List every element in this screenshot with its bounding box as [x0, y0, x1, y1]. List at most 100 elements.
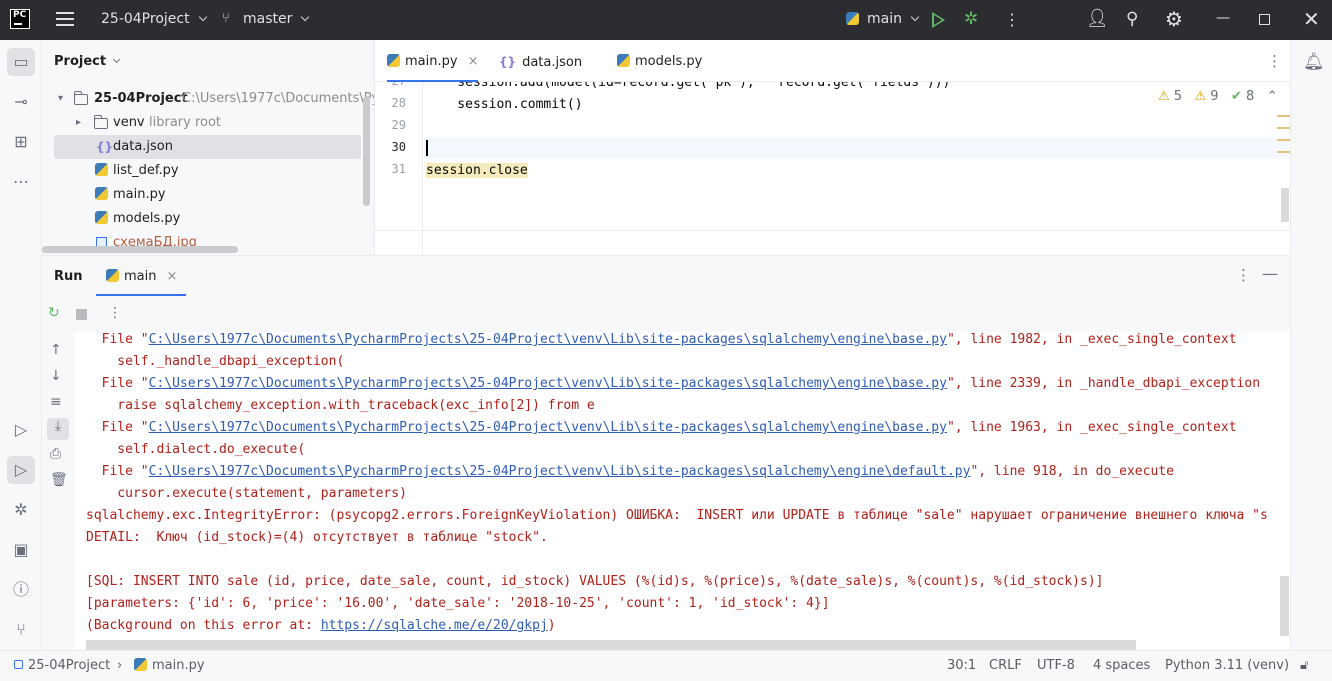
maximize-window-icon[interactable] [1259, 14, 1270, 25]
run-header: Run main × ⋮ — [42, 256, 1290, 296]
tree-root[interactable]: ▾ 25-04Project C:\Users\1977c\Documents\… [42, 87, 374, 111]
python-icon [846, 12, 864, 27]
file-link[interactable]: C:\Users\1977c\Documents\PycharmProjects… [149, 464, 971, 479]
pycharm-logo-icon[interactable]: PC [10, 9, 30, 29]
tab-label: main.py [405, 54, 458, 69]
console-line: cursor.execute(statement, parameters) [86, 486, 407, 501]
chevron-down-icon[interactable]: ▾ [58, 87, 63, 111]
console-line: DETAIL: Ключ (id_stock)=(4) отсутствует … [86, 530, 548, 545]
run-options-icon[interactable]: ⋮ [1236, 266, 1251, 284]
close-tab-icon[interactable]: × [468, 54, 479, 69]
tab-data-json[interactable]: {} data.json [499, 40, 582, 82]
error-doc-link[interactable]: https://sqlalche.me/e/20/gkpj [321, 618, 548, 633]
git-branch-icon: ⑂ [222, 11, 230, 26]
minimize-window-icon[interactable]: — [1216, 10, 1230, 26]
python-file-icon [95, 183, 113, 207]
chevron-right-icon[interactable]: ▸ [76, 111, 81, 135]
up-arrow-icon[interactable]: ↑ [50, 342, 62, 358]
console-horizontal-scrollbar[interactable] [86, 640, 1136, 650]
breadcrumb-project[interactable]: 25-04Project [14, 658, 110, 673]
run-config-selector[interactable]: main [867, 11, 920, 27]
project-pane-title[interactable]: Project [54, 54, 121, 69]
debug-tool-icon[interactable]: ✲ [7, 496, 35, 524]
tree-item-main[interactable]: main.py [42, 183, 374, 207]
tree-item-data-json[interactable]: {} data.json [54, 135, 361, 159]
project-tool-icon[interactable]: ▭ [7, 48, 35, 76]
run-tab-main[interactable]: main × [96, 256, 186, 296]
notifications-bell-icon[interactable]: 🔔︎ [1303, 52, 1325, 72]
file-link[interactable]: C:\Users\1977c\Documents\PycharmProjects… [149, 376, 947, 391]
run-tab-label: main [124, 269, 157, 284]
rerun-icon[interactable]: ↻ [48, 305, 60, 321]
project-vertical-scrollbar[interactable] [363, 96, 370, 206]
tree-item-note: library root [149, 115, 222, 130]
read-only-lock-icon[interactable]: 🔓︎ [1300, 658, 1308, 673]
close-window-icon[interactable]: ✕ [1303, 7, 1320, 31]
tab-label: data.json [522, 55, 583, 70]
tree-item-venv[interactable]: ▸ venv library root [42, 111, 374, 135]
print-icon[interactable]: ⎙ [50, 446, 61, 462]
project-horizontal-scrollbar[interactable] [42, 246, 238, 253]
structure-tool-icon[interactable]: ⊞ [7, 128, 35, 156]
soft-wrap-icon[interactable]: ≡ [50, 394, 62, 410]
console-line: self._handle_dbapi_exception( [86, 354, 345, 369]
commit-tool-icon[interactable]: ⊸ [7, 88, 35, 116]
tree-item-models[interactable]: models.py [42, 207, 374, 231]
console-line: [SQL: INSERT INTO sale (id, price, date_… [86, 574, 1104, 589]
left-tool-strip: ▭ ⊸ ⊞ ⋯ ▷ ▷ ✲ ▣ ⓘ ⑂ [0, 40, 42, 650]
file-link[interactable]: C:\Users\1977c\Documents\PycharmProjects… [149, 332, 947, 347]
terminal-tool-icon[interactable]: ▣ [7, 536, 35, 564]
console-output[interactable]: File "C:\Users\1977c\Documents\PycharmPr… [86, 332, 1282, 642]
console-vertical-scrollbar[interactable] [1280, 576, 1289, 636]
error-stripe-markers[interactable] [1277, 115, 1290, 163]
tabs-more-icon[interactable]: ⋮ [1267, 52, 1282, 70]
scroll-to-end-icon[interactable]: ⤓ [47, 418, 69, 440]
line-number: 30 [391, 140, 406, 154]
tab-main-py[interactable]: main.py × [387, 40, 479, 82]
gear-icon[interactable]: ⚙ [1165, 7, 1183, 31]
debug-icon[interactable]: ✲ [964, 9, 978, 29]
console-line: [parameters: {'id': 6, 'price': '16.00',… [86, 596, 830, 611]
folder-icon [94, 115, 108, 129]
python-file-icon [106, 269, 124, 284]
close-tab-icon[interactable]: × [166, 269, 177, 284]
editor-vertical-scrollbar[interactable] [1281, 188, 1289, 222]
down-arrow-icon[interactable]: ↓ [50, 368, 62, 384]
code-line-warning[interactable]: session.close [426, 163, 528, 178]
python-interpreter[interactable]: Python 3.11 (venv) [1165, 658, 1289, 673]
stop-icon[interactable] [76, 309, 87, 320]
problems-tool-icon[interactable]: ⓘ [7, 576, 35, 604]
python-file-icon [387, 54, 405, 69]
search-icon[interactable]: ⚲ [1126, 9, 1138, 29]
more-options-icon[interactable]: ⋮ [108, 305, 122, 321]
file-encoding[interactable]: UTF-8 [1037, 658, 1075, 673]
python-file-icon [95, 207, 113, 231]
code-line[interactable]: session.commit() [426, 97, 582, 112]
more-tools-icon[interactable]: ⋯ [7, 168, 35, 196]
typo-check-icon: ✔ [1230, 89, 1242, 104]
run-tool-icon[interactable]: ▷ [7, 456, 35, 484]
project-switcher[interactable]: 25-04Project [101, 11, 207, 27]
git-tool-icon[interactable]: ⑂ [7, 616, 35, 644]
hide-tool-window-icon[interactable]: — [1262, 264, 1278, 283]
breadcrumb-separator-icon: › [117, 658, 123, 673]
tree-item-list-def[interactable]: list_def.py [42, 159, 374, 183]
text-cursor [426, 140, 428, 156]
previous-highlight-icon[interactable]: ⌃ [1267, 89, 1278, 104]
services-tool-icon[interactable]: ▷ [7, 416, 35, 444]
run-toolbar: ↻ ⋮ [42, 296, 1290, 332]
trash-icon[interactable]: 🗑︎ [50, 472, 68, 488]
branch-switcher[interactable]: master [243, 11, 310, 27]
line-separator[interactable]: CRLF [989, 658, 1022, 673]
caret-position[interactable]: 30:1 [947, 658, 976, 673]
breadcrumb-file[interactable]: main.py [134, 658, 205, 673]
indent-setting[interactable]: 4 spaces [1093, 658, 1150, 673]
main-menu-icon[interactable] [56, 12, 74, 26]
tree-item-label: data.json [113, 139, 173, 154]
file-link[interactable]: C:\Users\1977c\Documents\PycharmProjects… [149, 420, 947, 435]
more-actions-icon[interactable]: ⋮ [1004, 10, 1020, 29]
inspections-widget[interactable]: ⚠ 5 ⚠ 9 ✔ 8 ⌃ ⌄ [1158, 89, 1290, 104]
tab-models-py[interactable]: models.py [617, 40, 702, 82]
add-user-icon[interactable]: 👤︎ [1086, 8, 1109, 29]
run-icon[interactable] [932, 12, 945, 28]
